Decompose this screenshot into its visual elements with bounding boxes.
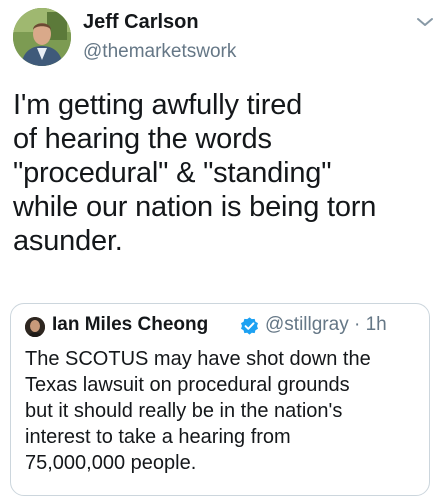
quoted-author-avatar[interactable] — [25, 317, 45, 337]
quoted-avatar-photo-icon — [25, 317, 45, 337]
avatar-photo-icon — [13, 8, 71, 66]
quoted-tweet-body: The SCOTUS may have shot down the Texas … — [25, 348, 371, 474]
author-handle[interactable]: @themarketswork — [83, 41, 236, 63]
quoted-author-name[interactable]: Ian Miles Cheong — [52, 314, 208, 336]
tweet-body: I'm getting awfully tired of hearing the… — [13, 89, 377, 257]
tweet: Jeff Carlson @themarketswork I'm getting… — [0, 0, 446, 500]
chevron-down-icon[interactable] — [414, 14, 436, 30]
author-avatar[interactable] — [13, 8, 71, 66]
quoted-handle-and-time[interactable]: @stillgray · 1h — [265, 314, 387, 336]
author-name[interactable]: Jeff Carlson — [83, 11, 199, 34]
quoted-tweet-card[interactable]: Ian Miles Cheong @stillgray · 1h The SCO… — [10, 303, 430, 496]
verified-badge-icon — [239, 316, 260, 337]
